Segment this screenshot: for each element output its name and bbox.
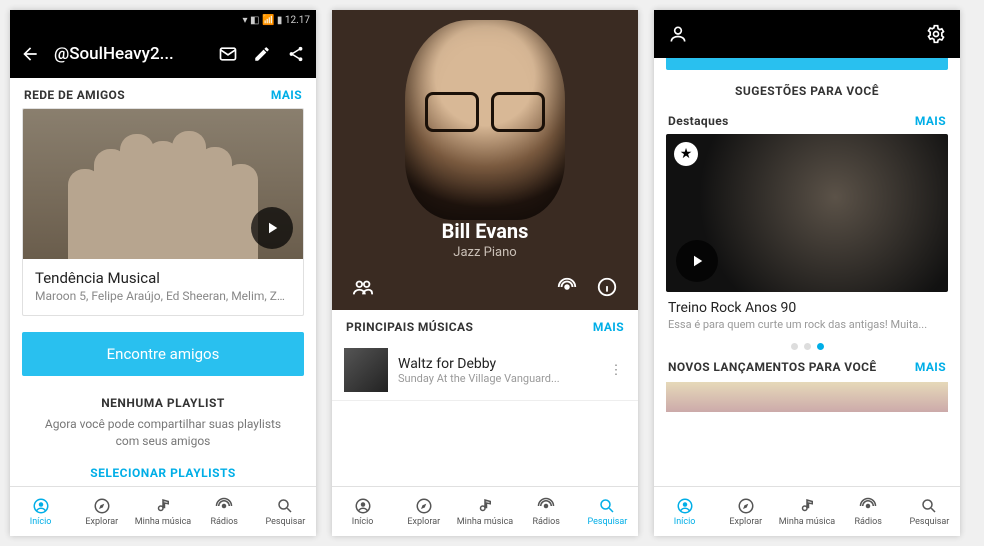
artist-genre: Jazz Piano [453, 245, 516, 260]
more-link[interactable]: MAIS [271, 88, 302, 102]
song-thumb [344, 348, 388, 392]
artist-hero: Bill Evans Jazz Piano [332, 10, 638, 310]
dot[interactable] [791, 343, 798, 350]
status-bar: ▾ ◧ 📶 ▮ 12.17 [10, 10, 316, 30]
app-bar: @SoulHeavy2... [10, 30, 316, 78]
blue-strip [666, 58, 948, 70]
highlight-subtitle: Essa é para quem curte um rock das antig… [666, 318, 948, 331]
no-playlist-block: NENHUMA PLAYLIST Agora você pode compart… [10, 382, 316, 456]
no-playlist-text: Agora você pode compartilhar suas playli… [36, 416, 290, 450]
section-title: PRINCIPAIS MÚSICAS [346, 320, 473, 334]
radio-icon[interactable] [554, 274, 580, 300]
nav-radios[interactable]: Rádios [194, 487, 255, 536]
more-link[interactable]: MAIS [915, 114, 946, 128]
section-title: Destaques [668, 114, 729, 128]
trend-card[interactable]: Tendência Musical Maroon 5, Felipe Araúj… [22, 108, 304, 316]
highlight-image: ★ [666, 134, 948, 292]
nav-inicio[interactable]: Início [654, 487, 715, 536]
find-friends-button[interactable]: Encontre amigos [22, 332, 304, 376]
trend-card-subtitle: Maroon 5, Felipe Araújo, Ed Sheeran, Mel… [35, 289, 291, 303]
share-icon[interactable] [286, 44, 306, 64]
trend-card-title: Tendência Musical [35, 269, 291, 287]
profile-username: @SoulHeavy2... [54, 44, 204, 64]
suggestions-heading: SUGESTÕES PARA VOCÊ [654, 74, 960, 104]
nav-inicio[interactable]: Início [10, 487, 71, 536]
song-row[interactable]: Waltz for Debby Sunday At the Village Va… [332, 340, 638, 401]
section-header-destaques: Destaques MAIS [654, 104, 960, 134]
section-header-novos: NOVOS LANÇAMENTOS PARA VOCÊ MAIS [654, 358, 960, 380]
listeners-icon[interactable] [350, 274, 376, 300]
highlight-title: Treino Rock Anos 90 [666, 292, 948, 318]
no-playlist-heading: NENHUMA PLAYLIST [36, 396, 290, 410]
nav-radios[interactable]: Rádios [516, 487, 577, 536]
artist-name: Bill Evans [442, 219, 529, 243]
nav-pesquisar[interactable]: Pesquisar [255, 487, 316, 536]
song-title: Waltz for Debby [398, 356, 596, 372]
nav-radios[interactable]: Rádios [838, 487, 899, 536]
nav-inicio[interactable]: Início [332, 487, 393, 536]
nav-pesquisar[interactable]: Pesquisar [577, 487, 638, 536]
nav-explorar[interactable]: Explorar [71, 487, 132, 536]
back-icon[interactable] [20, 44, 40, 64]
select-playlists-link[interactable]: SELECIONAR PLAYLISTS [10, 456, 316, 486]
nav-minha-musica[interactable]: Minha música [776, 487, 837, 536]
screen-artist: Bill Evans Jazz Piano PRINCIPAIS MÚSICAS… [332, 10, 638, 536]
dot-active[interactable] [817, 343, 824, 350]
mail-icon[interactable] [218, 44, 238, 64]
carousel-dots[interactable] [654, 331, 960, 358]
edit-icon[interactable] [252, 44, 272, 64]
settings-icon[interactable] [926, 24, 946, 44]
section-header-top-songs: PRINCIPAIS MÚSICAS MAIS [332, 310, 638, 340]
play-button[interactable] [676, 240, 718, 282]
new-releases-strip[interactable] [666, 382, 948, 412]
glasses-overlay [425, 92, 545, 126]
section-header-friends: REDE DE AMIGOS MAIS [10, 78, 316, 108]
section-title: NOVOS LANÇAMENTOS PARA VOCÊ [668, 360, 877, 374]
song-menu-icon[interactable]: ⋮ [606, 363, 626, 378]
nav-explorar[interactable]: Explorar [393, 487, 454, 536]
more-link[interactable]: MAIS [915, 360, 946, 374]
screen-profile: ▾ ◧ 📶 ▮ 12.17 @SoulHeavy2... REDE DE AMI… [10, 10, 316, 536]
bottom-nav: Início Explorar Minha música Rádios Pesq… [10, 486, 316, 536]
section-title: REDE DE AMIGOS [24, 88, 125, 102]
trend-card-image [23, 109, 303, 259]
more-link[interactable]: MAIS [593, 320, 624, 334]
star-badge-icon: ★ [674, 142, 698, 166]
bottom-nav: Início Explorar Minha música Rádios Pesq… [332, 486, 638, 536]
nav-minha-musica[interactable]: Minha música [132, 487, 193, 536]
bottom-nav: Início Explorar Minha música Rádios Pesq… [654, 486, 960, 536]
nav-explorar[interactable]: Explorar [715, 487, 776, 536]
nav-minha-musica[interactable]: Minha música [454, 487, 515, 536]
info-icon[interactable] [594, 274, 620, 300]
dot[interactable] [804, 343, 811, 350]
profile-icon[interactable] [668, 24, 688, 44]
song-album: Sunday At the Village Vanguard... [398, 372, 596, 385]
app-bar [654, 10, 960, 58]
highlight-card[interactable]: ★ Treino Rock Anos 90 Essa é para quem c… [666, 134, 948, 331]
nav-pesquisar[interactable]: Pesquisar [899, 487, 960, 536]
play-button[interactable] [251, 207, 293, 249]
screen-home: SUGESTÕES PARA VOCÊ Destaques MAIS ★ Tre… [654, 10, 960, 536]
